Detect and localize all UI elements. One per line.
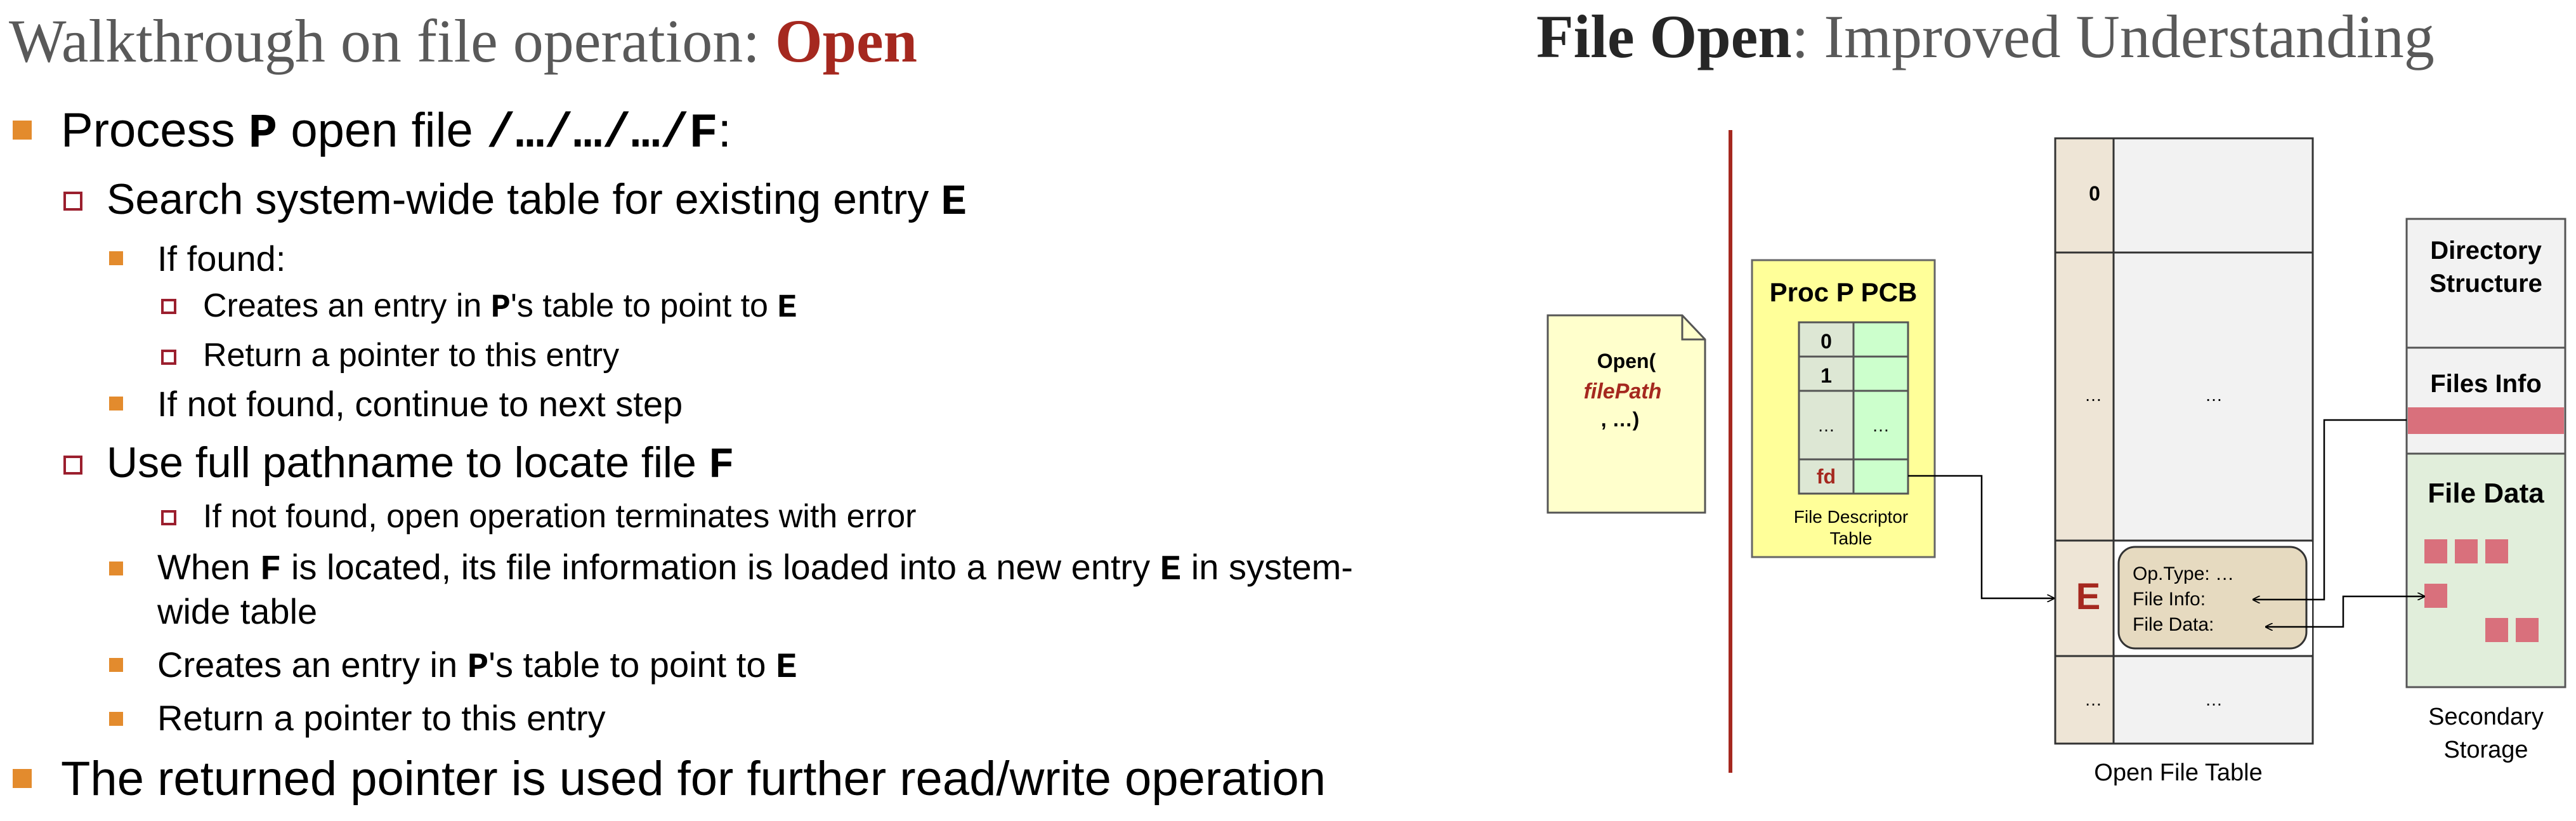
pcb-title: Proc P PCB: [1770, 277, 1918, 307]
open-call-arg: filePath: [1584, 379, 1662, 404]
secondary-storage: Directory Structure Files Info File Data…: [2405, 218, 2566, 763]
storage-structure: Structure: [2429, 270, 2542, 298]
oft-entry-e: E: [2076, 576, 2101, 617]
fd-caption-2: Table: [1830, 529, 1873, 548]
fd-row-ellipsis: …: [1817, 416, 1835, 435]
oft-cell-ellipsis: …: [2205, 385, 2223, 405]
storage-caption-1: Secondary: [2428, 704, 2544, 730]
data-block: [2485, 618, 2508, 642]
data-block: [2424, 539, 2447, 563]
open-file-table: 0 … … … … E Op.Type: … File Info: File D…: [2054, 137, 2314, 786]
fd-row-0: 0: [1821, 330, 1832, 353]
open-call-text: Open(: [1597, 350, 1656, 372]
oft-caption: Open File Table: [2094, 759, 2262, 786]
oft-field-fileinfo: File Info:: [2133, 589, 2206, 610]
oft-index-ellipsis-bottom: …: [2084, 690, 2102, 709]
data-block: [2516, 618, 2539, 642]
oft-field-filedata: File Data:: [2133, 614, 2214, 635]
file-info-highlight: [2408, 407, 2564, 434]
oft-field-optype: Op.Type: …: [2133, 563, 2234, 584]
storage-files-info: Files Info: [2430, 370, 2542, 398]
open-call-rest: , …): [1601, 408, 1639, 431]
file-open-diagram: Open( filePath , …) Proc P PCB 0 1 … … f…: [1546, 130, 2566, 786]
oft-index-ellipsis: …: [2084, 385, 2102, 405]
oft-cell-ellipsis-bottom: …: [2205, 690, 2223, 709]
proc-pcb: Proc P PCB 0 1 … … fd File Descriptor Ta…: [1751, 259, 1936, 558]
data-block: [2485, 539, 2508, 563]
open-call-note: Open( filePath , …): [1546, 314, 1706, 514]
storage-file-data: File Data: [2428, 478, 2544, 509]
data-block: [2455, 539, 2478, 563]
fd-row-1: 1: [1821, 364, 1832, 387]
data-block: [2424, 584, 2447, 608]
fd-caption-1: File Descriptor: [1794, 507, 1908, 527]
oft-index-0: 0: [2089, 182, 2100, 205]
fd-row-ellipsis-right: …: [1872, 416, 1890, 435]
fd-label: fd: [1817, 465, 1836, 488]
storage-caption-2: Storage: [2443, 737, 2528, 763]
storage-directory: Directory: [2430, 237, 2542, 265]
